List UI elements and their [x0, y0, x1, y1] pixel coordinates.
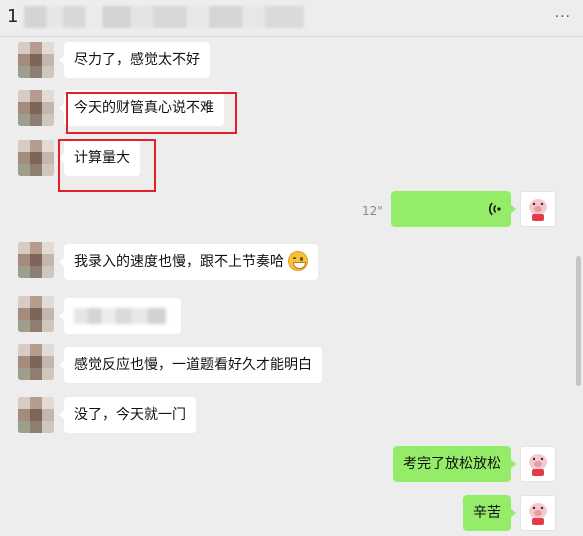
message-bubble[interactable]: 感觉反应也慢，一道题看好久才能明白	[59, 347, 322, 383]
pig-avatar-icon	[529, 199, 547, 221]
red-highlight-box	[66, 92, 237, 134]
contact-avatar[interactable]	[18, 296, 54, 332]
contact-avatar[interactable]	[18, 397, 54, 433]
message-bubble[interactable]: 我录入的速度也慢，跟不上节奏哈	[59, 244, 318, 280]
red-highlight-box	[58, 139, 156, 192]
scrollbar-thumb[interactable]	[576, 256, 581, 386]
chat-window: 1 ··· 尽力了，感觉太不好 今天的财管真心说不难 计算量大 12" 我录入的…	[0, 0, 583, 536]
contact-avatar[interactable]	[18, 90, 54, 126]
contact-avatar[interactable]	[18, 42, 54, 78]
more-options-icon[interactable]: ···	[555, 9, 571, 25]
contact-avatar[interactable]	[18, 140, 54, 176]
chat-title: 1	[7, 6, 19, 27]
contact-avatar[interactable]	[18, 344, 54, 380]
outgoing-message-bubble[interactable]: 辛苦	[463, 495, 516, 531]
message-bubble[interactable]: 没了，今天就一门	[59, 397, 196, 433]
message-bubble[interactable]: 尽力了，感觉太不好	[59, 42, 210, 78]
pig-avatar-icon	[529, 454, 547, 476]
outgoing-message-bubble[interactable]: 考完了放松放松	[393, 446, 516, 482]
pig-avatar-icon	[529, 503, 547, 525]
self-avatar[interactable]	[520, 446, 556, 482]
contact-avatar[interactable]	[18, 242, 54, 278]
chat-header: 1 ···	[0, 0, 583, 37]
chat-title-blurred	[24, 6, 304, 28]
self-avatar[interactable]	[520, 495, 556, 531]
voice-message-bubble[interactable]	[391, 191, 516, 227]
self-avatar[interactable]	[520, 191, 556, 227]
blurred-text	[74, 308, 166, 324]
message-text: 我录入的速度也慢，跟不上节奏哈	[74, 254, 284, 270]
blurred-message-bubble[interactable]	[59, 298, 181, 334]
voice-duration: 12"	[362, 204, 383, 218]
grin-emoji-icon	[288, 251, 308, 271]
voice-wave-icon	[489, 202, 501, 216]
